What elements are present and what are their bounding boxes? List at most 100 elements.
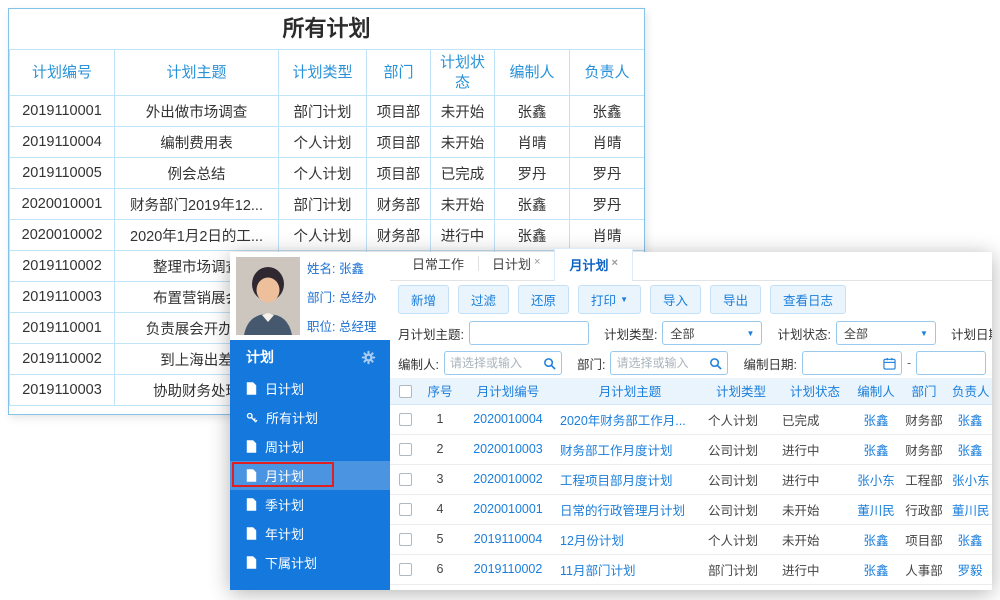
status-select[interactable]: 全部 ▼ [835, 321, 936, 345]
row-checkbox[interactable] [398, 533, 412, 547]
table-cell: 2019110002 [9, 343, 115, 375]
sidebar-item[interactable]: 所有计划 [230, 403, 390, 432]
monthly-plan-table: 序号 月计划编号 月计划主题 计划类型 计划状态 编制人 部门 负责人 1 2020010004… [390, 378, 992, 585]
sidebar: 计划 日计划 所有计划 周计划 月计划 季计划 年计划 下属计划 [230, 340, 390, 590]
cell-link[interactable]: 11月部门计划 [560, 564, 635, 578]
document-icon [246, 556, 257, 569]
sidebar-item[interactable]: 周计划 [230, 432, 390, 461]
make-date-from-input[interactable] [802, 352, 883, 374]
table-row[interactable]: 6 2019110002 11月部门计划 部门计划 进行中 张鑫 人事部 罗毅 [390, 554, 992, 585]
table-row[interactable]: 5 2019110004 12月份计划 个人计划 未开始 张鑫 项目部 张鑫 [390, 524, 992, 555]
table-cell: 未开始 [778, 494, 852, 525]
cell-link[interactable]: 日常的行政管理月计划 [560, 504, 685, 518]
table-cell: 部门计划 [278, 188, 367, 220]
column-header: 计划主题 [114, 49, 279, 96]
cell-link[interactable]: 2020010003 [473, 442, 543, 456]
cell-link[interactable]: 张鑫 [863, 444, 888, 458]
cell-link[interactable]: 张鑫 [863, 414, 888, 428]
dept-input[interactable] [611, 352, 710, 374]
sidebar-item[interactable]: 日计划 [230, 374, 390, 403]
table-cell: 张鑫 [494, 188, 570, 220]
cell-link[interactable]: 2020010004 [473, 412, 543, 426]
make-date-to-input[interactable] [916, 351, 987, 375]
status-select-value: 全部 [843, 326, 868, 341]
table-cell: 项目部 [366, 126, 431, 158]
cell-link[interactable]: 张鑫 [863, 534, 888, 548]
tab[interactable]: 日常工作 [398, 248, 478, 280]
tab[interactable]: 日计划 × [478, 248, 554, 280]
select-all-checkbox[interactable] [398, 384, 412, 398]
cell-link[interactable]: 罗毅 [957, 564, 982, 578]
table-row[interactable]: 2020010001 财务部门2019年12... 部门计划 财务部 未开始 张鑫 罗丹 [9, 188, 644, 220]
close-icon[interactable]: × [611, 257, 617, 269]
row-checkbox[interactable] [398, 563, 412, 577]
cell-link[interactable]: 张鑫 [957, 534, 982, 548]
cell-link[interactable]: 2020010002 [473, 472, 543, 486]
table-cell: 张鑫 [948, 434, 992, 465]
tab[interactable]: 月计划 × [554, 248, 633, 281]
table-row[interactable]: 2019110001 外出做市场调查 部门计划 项目部 未开始 张鑫 张鑫 [9, 95, 644, 127]
toolbar-button[interactable]: 查看日志 [770, 285, 847, 314]
row-checkbox[interactable] [398, 503, 412, 517]
cell-link[interactable]: 张鑫 [957, 444, 982, 458]
table-row[interactable]: 2019110004 编制费用表 个人计划 项目部 未开始 肖晴 肖晴 [9, 126, 644, 158]
table-cell: 2019110003 [9, 281, 115, 313]
toolbar-button[interactable]: 打印 ▼ [578, 285, 641, 314]
cell-link[interactable]: 2020010001 [473, 502, 543, 516]
sidebar-item-label: 日计划 [265, 382, 305, 397]
toolbar-button[interactable]: 导入 [649, 285, 701, 314]
table-row[interactable]: 2019110005 例会总结 个人计划 项目部 已完成 罗丹 罗丹 [9, 157, 644, 189]
sidebar-item[interactable]: 季计划 [230, 490, 390, 519]
close-icon[interactable]: × [534, 256, 540, 268]
table-cell: 部门计划 [704, 554, 778, 585]
table-cell: 2020010003 [460, 434, 556, 465]
table-row[interactable]: 2020010002 2020年1月2日的工... 个人计划 财务部 进行中 张鑫 肖晴 [9, 219, 644, 251]
table-cell: 肖晴 [569, 126, 644, 158]
cell-link[interactable]: 2019110004 [474, 532, 543, 546]
cell-link[interactable]: 董川民 [952, 504, 990, 518]
topic-input[interactable] [468, 321, 589, 345]
creator-label: 编制人: [398, 357, 439, 372]
key-icon [246, 412, 258, 423]
sidebar-item[interactable]: 月计划 [230, 461, 390, 490]
type-select[interactable]: 全部 ▼ [662, 321, 763, 345]
cell-link[interactable]: 2019110002 [474, 562, 543, 576]
sidebar-item-label: 周计划 [265, 440, 305, 455]
creator-search[interactable] [443, 351, 562, 375]
table-row[interactable]: 1 2020010004 2020年财务部工作月... 个人计划 已完成 张鑫 财务部 张鑫 [390, 404, 992, 435]
toolbar-button[interactable]: 新增 [398, 285, 450, 314]
table-row[interactable]: 2 2020010003 财务部工作月度计划 公司计划 进行中 张鑫 财务部 张鑫 [390, 434, 992, 465]
table-cell: 张鑫 [494, 219, 570, 251]
cell-link[interactable]: 2020年财务部工作月... [560, 414, 686, 428]
table-cell: 2020年财务部工作月... [556, 404, 704, 435]
gear-icon[interactable] [361, 350, 376, 365]
sidebar-item[interactable]: 年计划 [230, 519, 390, 548]
cell-link[interactable]: 12月份计划 [560, 534, 624, 548]
table-row[interactable]: 3 2020010002 工程项目部月度计划 公司计划 进行中 张小东 工程部 张小东 [390, 464, 992, 495]
make-date-from[interactable] [801, 351, 902, 375]
toolbar-button[interactable]: 过滤 [458, 285, 510, 314]
row-checkbox[interactable] [398, 443, 412, 457]
table-cell: 个人计划 [704, 524, 778, 555]
cell-link[interactable]: 张鑫 [957, 414, 982, 428]
cell-link[interactable]: 张小东 [857, 474, 895, 488]
cell-link[interactable]: 财务部工作月度计划 [560, 444, 673, 458]
row-checkbox[interactable] [398, 473, 412, 487]
topic-label: 月计划主题: [398, 327, 464, 342]
table-cell: 未开始 [430, 126, 495, 158]
sidebar-item[interactable]: 下属计划 [230, 548, 390, 577]
toolbar-button[interactable]: 还原 [518, 285, 570, 314]
make-date-label: 编制日期: [743, 357, 797, 372]
cell-link[interactable]: 张小东 [952, 474, 990, 488]
table-row[interactable]: 4 2020010001 日常的行政管理月计划 公司计划 未开始 董川民 行政部 董川民 [390, 494, 992, 525]
table-cell: 工程部 [900, 464, 948, 495]
table-cell: 已完成 [778, 404, 852, 435]
cell-link[interactable]: 董川民 [857, 504, 895, 518]
row-checkbox[interactable] [398, 413, 412, 427]
creator-input[interactable] [444, 352, 543, 374]
sidebar-item-label: 季计划 [265, 498, 305, 513]
cell-link[interactable]: 张鑫 [863, 564, 888, 578]
dept-search[interactable] [610, 351, 729, 375]
toolbar-button[interactable]: 导出 [710, 285, 762, 314]
cell-link[interactable]: 工程项目部月度计划 [560, 474, 673, 488]
